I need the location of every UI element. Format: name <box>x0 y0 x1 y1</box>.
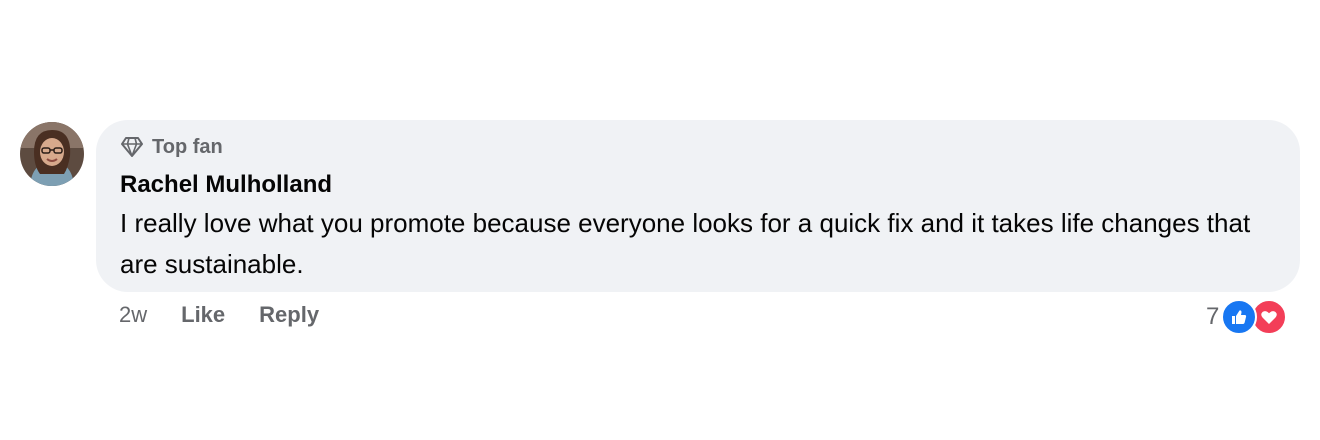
avatar-image <box>20 122 84 186</box>
comment-timestamp[interactable]: 2w <box>119 302 147 328</box>
comment-bubble: Top fan Rachel Mulholland I really love … <box>96 120 1300 292</box>
like-button[interactable]: Like <box>181 302 225 328</box>
reactions-summary[interactable]: 7 <box>1206 298 1288 336</box>
top-fan-badge: Top fan <box>120 134 1276 160</box>
like-icon <box>1221 299 1258 335</box>
comment-author[interactable]: Rachel Mulholland <box>120 170 1276 200</box>
badge-label: Top fan <box>152 135 223 158</box>
reaction-count: 7 <box>1206 303 1220 330</box>
comment-text: I really love what you promote because e… <box>120 208 1251 279</box>
reply-button[interactable]: Reply <box>259 302 319 328</box>
diamond-icon <box>120 135 144 159</box>
comment-actions: 2w Like Reply <box>119 302 353 328</box>
avatar[interactable] <box>20 122 84 186</box>
